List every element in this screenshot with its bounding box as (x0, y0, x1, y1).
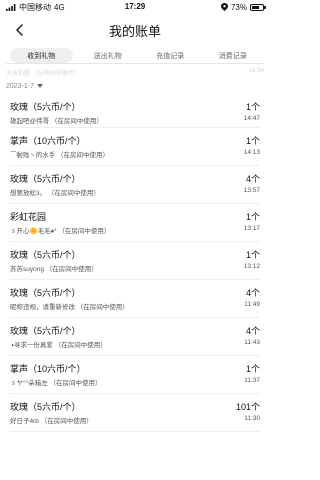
list-item[interactable]: 彩虹花园 ゞ开心🌼毛毛♠* （在房间中使用） 1个 13:17 (10, 204, 260, 242)
status-bar: 中国移动 4G 17:29 73% (0, 0, 270, 14)
scrolled-item-peek: 大吉和肥 （在房间中使用） 14:54 (6, 68, 264, 80)
gift-time: 13:57 (243, 187, 260, 194)
battery-icon (250, 3, 266, 11)
gift-quantity: 101个 (235, 402, 260, 412)
tab-sent-gifts[interactable]: 送出礼物 (77, 48, 140, 63)
date-filter[interactable]: 2023-1-7 (6, 80, 264, 92)
nav-header: 我的账单 (0, 14, 270, 46)
list-item[interactable]: 掌声（10六币/个） ⏜剩残丶的水手 （在房间中使用） 1个 14:13 (10, 128, 260, 166)
list-item[interactable]: 玫瑰（5六币/个） ◑寻求一份真爱 （在房间中使用） 4个 11:43 (10, 318, 260, 356)
clock: 17:29 (124, 2, 146, 11)
gift-name: 玫瑰（5六币/个） (10, 250, 81, 260)
gift-sender: 昵称违规，请重新修改 （在房间中使用） (10, 304, 129, 311)
gift-name: 玫瑰（5六币/个） (10, 174, 81, 184)
gift-name: 玫瑰（5六币/个） (10, 326, 81, 336)
page-title: 我的账单 (108, 23, 161, 39)
gift-quantity: 4个 (245, 326, 260, 336)
gift-time: 11:43 (244, 339, 260, 346)
peek-text: 大吉和肥 （在房间中使用） (6, 71, 80, 77)
gift-quantity: 1个 (245, 250, 260, 260)
peek-time: 14:54 (248, 68, 264, 74)
gift-sender: ◑寻求一份真爱 （在房间中使用） (10, 342, 107, 349)
gift-sender: ⏜剩残丶的水手 （在房间中使用） (10, 152, 110, 159)
battery-level (252, 5, 260, 9)
gift-quantity: 1个 (245, 212, 260, 222)
bill-tabs: 收到礼物 送出礼物 充值记录 消费记录 (6, 48, 264, 64)
gift-quantity: 4个 (245, 288, 260, 298)
list-item[interactable]: 玫瑰（5六币/个） 昵称违规，请重新修改 （在房间中使用） 4个 11:49 (10, 280, 260, 318)
chevron-left-icon (16, 24, 23, 36)
tab-received-gifts[interactable]: 收到礼物 (10, 48, 73, 63)
gift-time: 11:49 (244, 301, 260, 308)
list-item[interactable]: 玫瑰（5六币/个） 苏苏suyong （在房间中使用） 1个 13:12 (10, 242, 260, 280)
gift-name: 玫瑰（5六币/个） (10, 288, 81, 298)
gift-sender: ゞ开心🌼毛毛♠* （在房间中使用） (10, 228, 111, 235)
gift-time: 13:17 (243, 225, 260, 232)
gift-quantity: 1个 (245, 364, 260, 374)
gift-sender: 苏苏suyong （在房间中使用） (10, 266, 98, 273)
gift-name: 玫瑰（5六币/个） (10, 102, 81, 112)
gift-time: 13:12 (243, 263, 260, 270)
back-button[interactable] (10, 20, 30, 40)
gift-name: 玫瑰（5六币/个） (10, 402, 81, 412)
gift-time: 14:47 (243, 115, 260, 122)
gift-name: 彩虹花园 (10, 212, 47, 222)
gift-name: 掌声（10六币/个） (10, 364, 86, 374)
list-item[interactable]: 玫瑰（5六币/个） 想要放松3。 （在房间中使用） 4个 13:57 (10, 166, 260, 204)
gift-quantity: 4个 (245, 174, 260, 184)
gift-quantity: 1个 (245, 102, 260, 112)
list-item[interactable]: 玫瑰（5六币/个） 好日子4rb （在房间中使用） 101个 11:30 (10, 394, 260, 432)
gift-sender: ゞヤ°°朵箱左 （在房间中使用） (10, 380, 102, 387)
gift-time: 11:37 (244, 377, 260, 384)
gift-sender: 想要放松3。 （在房间中使用） (10, 190, 100, 197)
gift-sender: 雄起吧@伟哥 （在房间中使用） (10, 118, 103, 125)
tab-recharge-records[interactable]: 充值记录 (139, 48, 202, 63)
list-item[interactable]: 玫瑰（5六币/个） 雄起吧@伟哥 （在房间中使用） 1个 14:47 (10, 100, 260, 128)
gift-quantity: 1个 (245, 136, 260, 146)
caret-down-icon (37, 84, 44, 88)
tab-consumption-records[interactable]: 消费记录 (202, 48, 265, 63)
gift-list: 玫瑰（5六币/个） 雄起吧@伟哥 （在房间中使用） 1个 14:47 掌声（10… (0, 100, 270, 432)
gift-sender: 好日子4rb （在房间中使用） (10, 418, 93, 425)
gift-time: 14:13 (243, 149, 260, 156)
date-filter-label: 2023-1-7 (6, 82, 35, 90)
list-item[interactable]: 掌声（10六币/个） ゞヤ°°朵箱左 （在房间中使用） 1个 11:37 (10, 356, 260, 394)
gift-time: 11:30 (244, 415, 260, 422)
gift-name: 掌声（10六币/个） (10, 136, 86, 146)
